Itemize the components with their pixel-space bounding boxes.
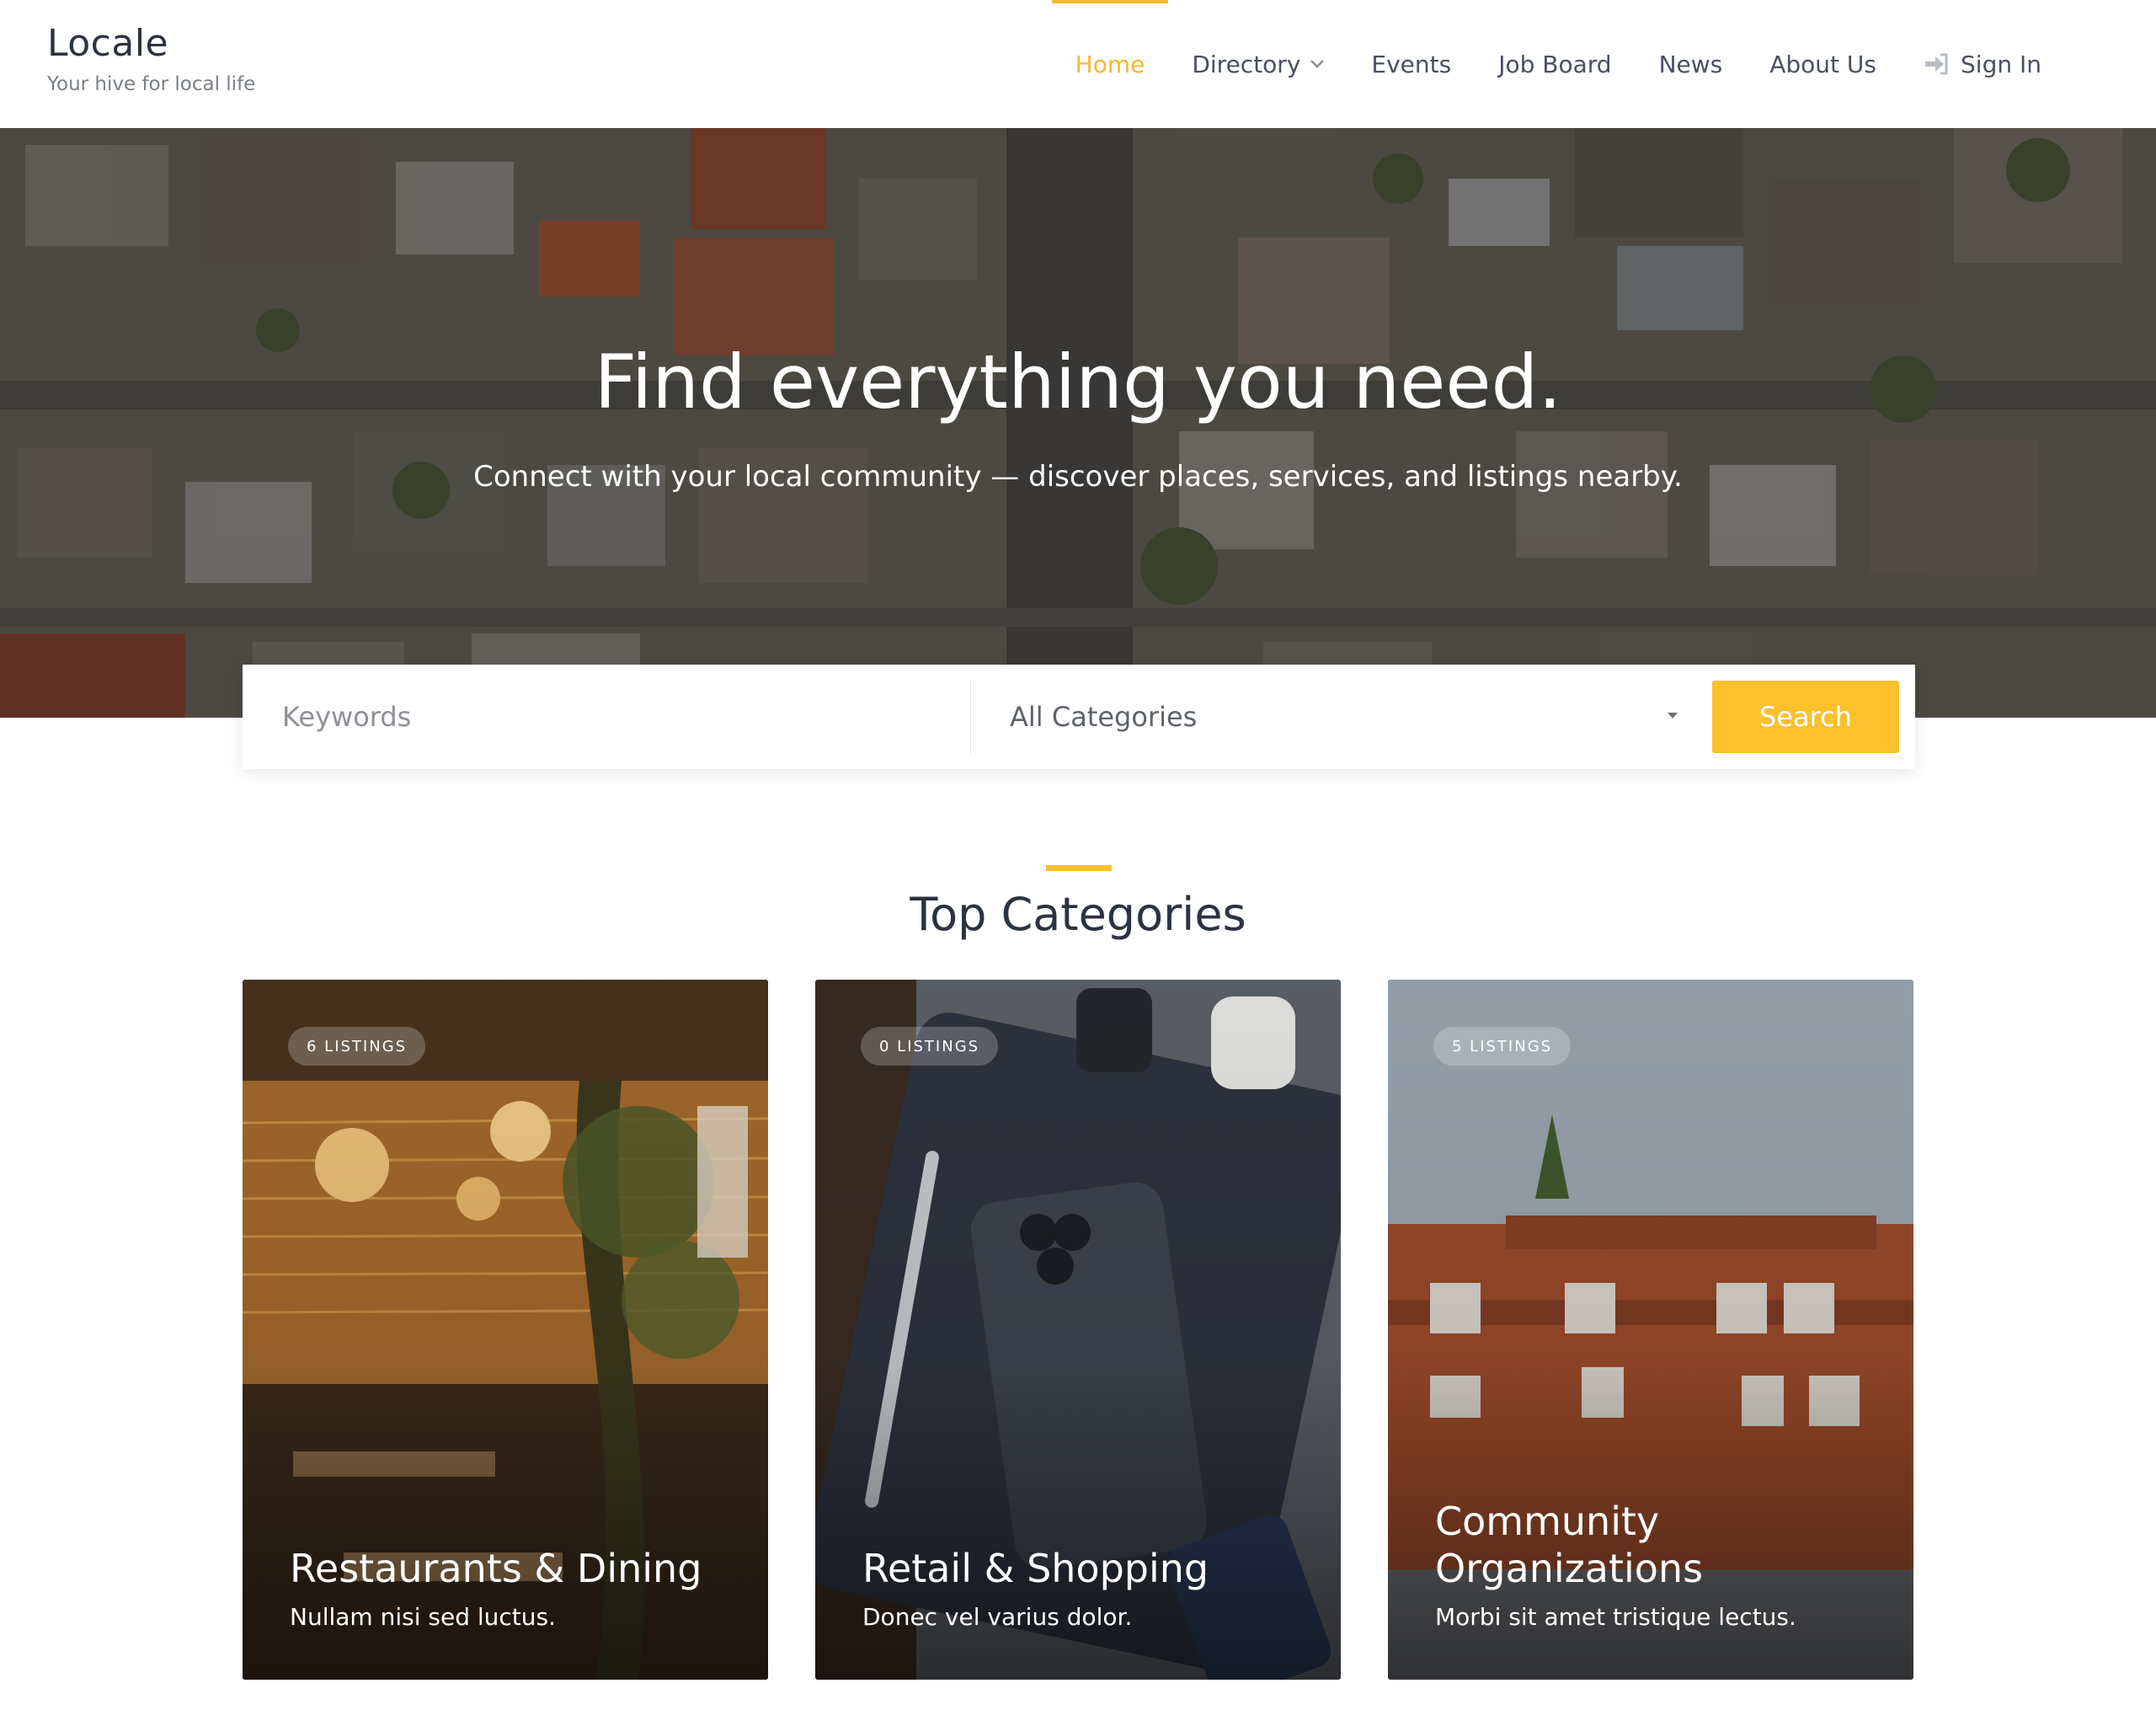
main-nav: Home Directory Events Job Board News Abo… [1051, 0, 2065, 128]
sign-in-link[interactable]: Sign In [1900, 0, 2065, 128]
nav-item-label: About Us [1769, 50, 1877, 78]
category-select-value: All Categories [1010, 701, 1198, 733]
section-accent-line [1046, 865, 1112, 871]
category-description: Nullam nisi sed luctus. [290, 1603, 556, 1631]
nav-item-job-board[interactable]: Job Board [1475, 0, 1635, 128]
hero-subtitle: Connect with your local community — disc… [473, 460, 1683, 494]
nav-item-news[interactable]: News [1636, 0, 1747, 128]
search-button[interactable]: Search [1712, 681, 1899, 753]
category-title[interactable]: Retail & Shopping [862, 1545, 1307, 1592]
hero-title: Find everything you need. [594, 339, 1562, 425]
category-description: Morbi sit amet tristique lectus. [1435, 1603, 1796, 1631]
site-title[interactable]: Locale [47, 22, 255, 65]
category-card-community[interactable]: 5 LISTINGS Community Organizations Morbi… [1388, 980, 1913, 1680]
listing-count-badge: 5 LISTINGS [1433, 1027, 1572, 1066]
nav-item-label: Home [1075, 50, 1145, 78]
nav-item-label: Job Board [1498, 50, 1612, 78]
category-card-restaurants[interactable]: 6 LISTINGS Restaurants & Dining Nullam n… [243, 980, 768, 1680]
listing-count-badge: 0 LISTINGS [861, 1027, 999, 1066]
brand[interactable]: Locale Your hive for local life [47, 22, 255, 95]
chevron-down-icon [1310, 60, 1325, 68]
category-select[interactable]: All Categories [971, 665, 1712, 769]
category-description: Donec vel varius dolor. [862, 1603, 1133, 1631]
nav-item-about-us[interactable]: About Us [1746, 0, 1900, 128]
sign-in-icon [1925, 53, 1948, 75]
sign-in-label: Sign In [1961, 50, 2041, 78]
select-caret-icon [1668, 713, 1678, 719]
site-header: Locale Your hive for local life Home Dir… [0, 0, 2156, 128]
nav-item-label: Events [1371, 50, 1452, 78]
nav-item-directory[interactable]: Directory [1168, 0, 1348, 128]
nav-item-label: Directory [1192, 50, 1301, 78]
category-title[interactable]: Restaurants & Dining [290, 1545, 734, 1592]
category-card-retail[interactable]: 0 LISTINGS Retail & Shopping Donec vel v… [815, 980, 1341, 1680]
hero-banner: Find everything you need. Connect with y… [0, 128, 2156, 718]
keywords-input[interactable] [243, 665, 970, 769]
listing-count-badge: 6 LISTINGS [288, 1027, 426, 1066]
nav-item-label: News [1658, 50, 1723, 78]
nav-item-events[interactable]: Events [1348, 0, 1475, 128]
site-tagline: Your hive for local life [47, 73, 256, 95]
category-title[interactable]: Community Organizations [1435, 1498, 1880, 1592]
nav-item-home[interactable]: Home [1051, 0, 1169, 128]
search-bar: All Categories Search [243, 665, 1915, 769]
section-title: Top Categories [910, 888, 1246, 941]
